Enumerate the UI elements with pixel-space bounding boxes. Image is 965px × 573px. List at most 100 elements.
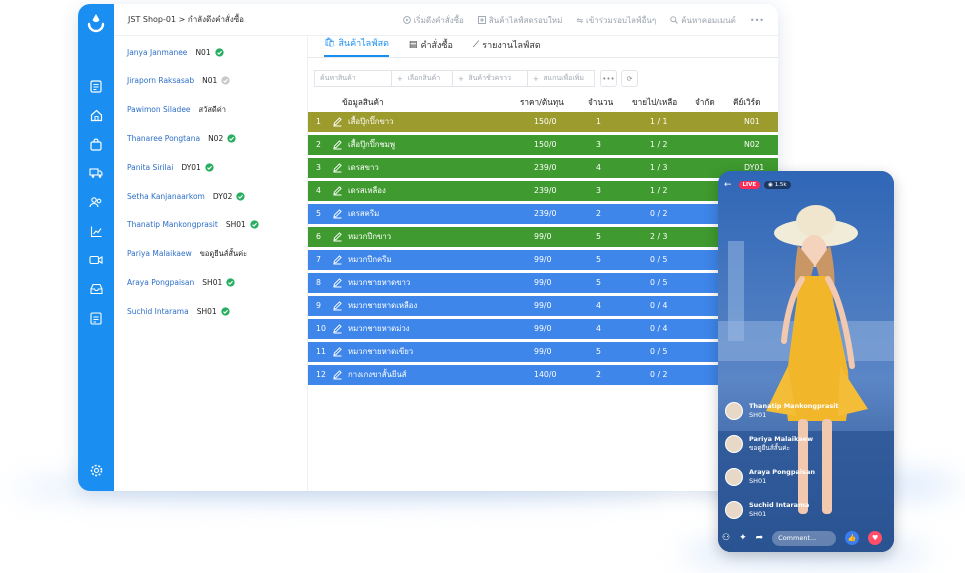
commenter-row[interactable]: Janya Janmanee N01 xyxy=(127,45,224,59)
commenter-name: Araya Pongpaisan xyxy=(127,277,195,287)
new-products-button[interactable]: สินค้าไลฟ์สดรอบใหม่ xyxy=(477,14,562,27)
stage: JST Shop-01 > กำลังดึงคำสั่งซื้อ เริ่มดึ… xyxy=(0,0,965,573)
table-row[interactable]: 8 หมวกชายหาดขาว 99/0 5 0 / 5 xyxy=(308,273,778,293)
bag-icon[interactable] xyxy=(88,136,104,152)
commenter-name: Thanatip Mankongprasit xyxy=(127,220,218,230)
edit-pencil-icon[interactable] xyxy=(332,254,343,265)
sparkle-icon[interactable]: ✦ xyxy=(739,533,747,543)
breadcrumb: JST Shop-01 > กำลังดึงคำสั่งซื้อ xyxy=(128,15,244,24)
quantity: 1 xyxy=(596,117,601,126)
edit-pencil-icon[interactable] xyxy=(332,323,343,334)
notes-icon[interactable] xyxy=(88,310,104,326)
table-row[interactable]: 6 หมวกปีกขาว 99/0 5 2 / 3 xyxy=(308,227,778,247)
table-row[interactable]: 11 หมวกชายหาดเขียว 99/0 5 0 / 5 xyxy=(308,342,778,362)
people-icon[interactable] xyxy=(88,194,104,210)
table-row[interactable]: 5 เดรสครีม 239/0 2 0 / 2 xyxy=(308,204,778,224)
share-icon[interactable]: ➦ xyxy=(756,533,764,543)
check-done-icon xyxy=(221,307,230,316)
start-orders-button[interactable]: เริ่มดึงคำสั่งซื้อ xyxy=(402,14,464,27)
truck-icon[interactable] xyxy=(88,165,104,181)
edit-pencil-icon[interactable] xyxy=(332,346,343,357)
edit-pencil-icon[interactable] xyxy=(332,369,343,380)
report-chart-icon[interactable] xyxy=(88,223,104,239)
scan-add-label: สแกนเพื่อเพิ่ม xyxy=(543,74,584,82)
edit-pencil-icon[interactable] xyxy=(332,162,343,173)
commenter-row[interactable]: Pariya Malaikaew ขอดูยีนส์สั้นค่ะ xyxy=(127,247,247,261)
live-bag-icon: 🛍 xyxy=(324,38,336,48)
commenter-row[interactable]: Thanatip Mankongprasit SH01 xyxy=(127,218,259,232)
plus-icon: + xyxy=(458,74,469,83)
commenter-row[interactable]: Pawimon Siladee สวัสดีค่า xyxy=(127,103,226,117)
quantity: 4 xyxy=(596,324,601,333)
row-number: 2 xyxy=(316,140,321,149)
table-row[interactable]: 12 กางเกงขาสั้นยีนส์ 140/0 2 0 / 2 xyxy=(308,365,778,385)
viewer-count-value: 1.5k xyxy=(774,182,787,188)
heart-icon[interactable]: ♥ xyxy=(868,531,883,545)
comment-input[interactable]: Comment... xyxy=(772,530,837,546)
refresh-button[interactable]: ⟳ xyxy=(621,70,638,87)
quantity: 2 xyxy=(596,209,601,218)
row-number: 4 xyxy=(316,186,321,195)
product-name: กางเกงขาสั้นยีนส์ xyxy=(348,370,407,379)
row-number: 9 xyxy=(316,301,321,310)
commenter-row[interactable]: Jiraporn Raksasab N01 xyxy=(127,74,230,88)
temp-product-button[interactable]: + สินค้าชั่วคราว xyxy=(452,70,528,87)
inbox-icon[interactable] xyxy=(88,281,104,297)
row-number: 8 xyxy=(316,278,321,287)
choose-product-button[interactable]: + เลือกสินค้า xyxy=(391,70,453,87)
video-icon[interactable] xyxy=(88,252,104,268)
filter-more-button[interactable]: ••• xyxy=(600,70,617,87)
row-number: 1 xyxy=(316,117,321,126)
store-icon[interactable] xyxy=(88,107,104,123)
tab-live-products[interactable]: 🛍 สินค้าไลฟ์สด xyxy=(324,36,389,57)
table-row[interactable]: 7 หมวกปีกครีม 99/0 5 0 / 5 xyxy=(308,250,778,270)
edit-pencil-icon[interactable] xyxy=(332,116,343,127)
commenter-row[interactable]: Setha Kanjanaarkom DY02 xyxy=(127,189,246,203)
edit-pencil-icon[interactable] xyxy=(332,300,343,311)
like-icon[interactable]: 👍 xyxy=(845,531,860,545)
comment-text: N01 xyxy=(202,76,218,86)
product-search-input[interactable]: ค้นหาสินค้า xyxy=(314,70,392,87)
edit-pencil-icon[interactable] xyxy=(332,185,343,196)
live-comment: Pariya Malaikaew ขอดูยีนส์สั้นค่ะ xyxy=(725,430,813,458)
table-row[interactable]: 9 หมวกชายหาดเหลือง 99/0 4 0 / 4 xyxy=(308,296,778,316)
live-comment: Araya Pongpaisan SH01 xyxy=(725,463,815,491)
edit-pencil-icon[interactable] xyxy=(332,231,343,242)
main-panel: 🛍 สินค้าไลฟ์สด ▤ คำสั่งซื้อ ⟋ รายงานไลฟ์สด … xyxy=(308,36,778,491)
tab-live-report[interactable]: ⟋ รายงานไลฟ์สด xyxy=(473,38,541,57)
back-arrow-icon[interactable]: ← xyxy=(724,180,732,190)
tab-label: คำสั่งซื้อ xyxy=(420,41,453,51)
comment-user: Araya Pongpaisan xyxy=(749,468,815,476)
comment-text: SH01 xyxy=(225,220,246,230)
sold-remaining: 1 / 1 xyxy=(650,117,668,126)
product-name: เสื้อปุ๊กปิ๊กชมพู xyxy=(348,140,396,149)
commenter-row[interactable]: Suchid Intarama SH01 xyxy=(127,304,230,318)
sold-remaining: 1 / 2 xyxy=(650,140,668,149)
table-row[interactable]: 3 เดรสขาว 239/0 4 1 / 3 DY01 xyxy=(308,158,778,178)
sold-remaining: 2 / 3 xyxy=(650,232,668,241)
settings-gear-icon[interactable] xyxy=(88,462,104,478)
more-menu-button[interactable]: ••• xyxy=(750,16,764,25)
table-row[interactable]: 2 เสื้อปุ๊กปิ๊กชมพู 150/0 3 1 / 2 N02 xyxy=(308,135,778,155)
table-row[interactable]: 1 เสื้อปุ๊กปิ๊กขาว 150/0 1 1 / 1 N01 xyxy=(308,112,778,132)
commenter-row[interactable]: Panita Sirilai DY01 xyxy=(127,160,214,174)
product-name: หมวกปีกขาว xyxy=(348,232,392,241)
plus-icon: + xyxy=(397,74,408,83)
orders-icon[interactable] xyxy=(88,78,104,94)
edit-pencil-icon[interactable] xyxy=(332,139,343,150)
play-circle-icon xyxy=(402,16,411,24)
commenter-row[interactable]: Thanaree Pongtana N02 xyxy=(127,131,236,145)
join-live-button[interactable]: ⇋ เข้าร่วมรอบไลฟ์อื่นๆ xyxy=(576,14,656,27)
commenter-row[interactable]: Araya Pongpaisan SH01 xyxy=(127,275,235,289)
comment-text: DY01 xyxy=(181,162,201,172)
scan-add-button[interactable]: + สแกนเพื่อเพิ่ม xyxy=(527,70,595,87)
users-icon[interactable]: ⚇ xyxy=(722,533,730,543)
search-comments-button[interactable]: ค้นหาคอมเมนต์ xyxy=(670,14,736,27)
table-row[interactable]: 10 หมวกชายหาดม่วง 99/0 4 0 / 4 xyxy=(308,319,778,339)
check-done-icon xyxy=(205,163,214,172)
price-cost: 99/0 xyxy=(534,255,552,264)
edit-pencil-icon[interactable] xyxy=(332,208,343,219)
edit-pencil-icon[interactable] xyxy=(332,277,343,288)
table-row[interactable]: 4 เดรสเหลือง 239/0 3 1 / 2 xyxy=(308,181,778,201)
tab-orders[interactable]: ▤ คำสั่งซื้อ xyxy=(409,38,453,57)
